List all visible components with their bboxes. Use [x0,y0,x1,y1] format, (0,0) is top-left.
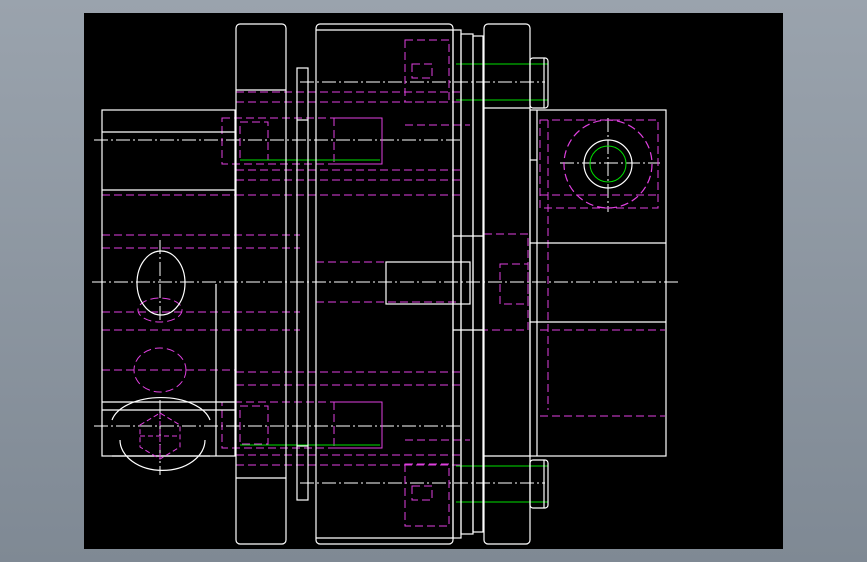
right-hub [529,109,667,457]
clamp-bore [136,250,186,316]
center-key [385,261,471,305]
hidden-lines [102,39,665,527]
washers [452,29,484,539]
disc-pack [296,67,309,501]
thread-lines [240,63,627,503]
clamp-screw-head [119,439,206,471]
bottom-bolt [529,459,549,509]
left-clamp-hub [101,109,236,471]
cad-viewport[interactable] [84,13,783,549]
cad-drawing [92,23,680,545]
